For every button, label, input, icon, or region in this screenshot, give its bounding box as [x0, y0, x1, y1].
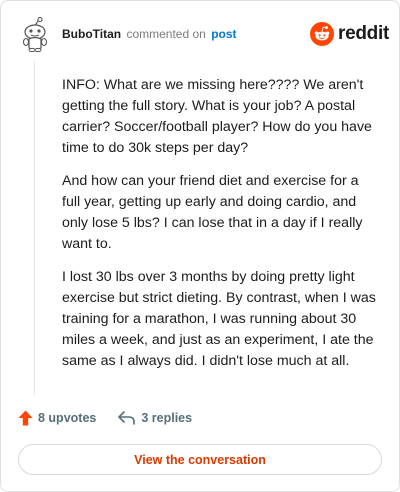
author-username[interactable]: BuboTitan	[62, 27, 121, 41]
comment-body: INFO: What are we missing here???? We ar…	[62, 75, 380, 384]
reddit-wordmark: reddit	[338, 23, 389, 44]
reply-arrow-icon	[118, 411, 136, 425]
thread-line	[34, 61, 35, 395]
user-avatar[interactable]	[19, 16, 51, 53]
comment-actions: 8 upvotes 3 replies	[18, 410, 192, 426]
upvote-arrow-icon	[18, 410, 33, 426]
upvote-count: 8 upvotes	[38, 411, 97, 425]
comment-paragraph: And how can your friend diet and exercis…	[62, 173, 363, 252]
comment-paragraph: INFO: What are we missing here???? We ar…	[62, 77, 372, 156]
comment-header: BuboTitan commented on post	[62, 27, 237, 41]
reddit-snoo-icon	[310, 22, 334, 46]
comment-paragraph: I lost 30 lbs over 3 months by doing pre…	[62, 269, 376, 369]
commented-on-text: commented on	[126, 27, 206, 41]
reddit-logo[interactable]: reddit	[310, 21, 389, 47]
embedded-comment-card: BuboTitan commented on post reddit INFO:…	[0, 0, 400, 492]
view-conversation-button[interactable]: View the conversation	[18, 444, 382, 475]
upvote-button[interactable]: 8 upvotes	[18, 410, 96, 426]
snoo-avatar-icon	[22, 16, 48, 53]
reply-count: 3 replies	[141, 411, 193, 425]
post-link[interactable]: post	[211, 27, 236, 41]
replies-button[interactable]: 3 replies	[118, 411, 192, 425]
